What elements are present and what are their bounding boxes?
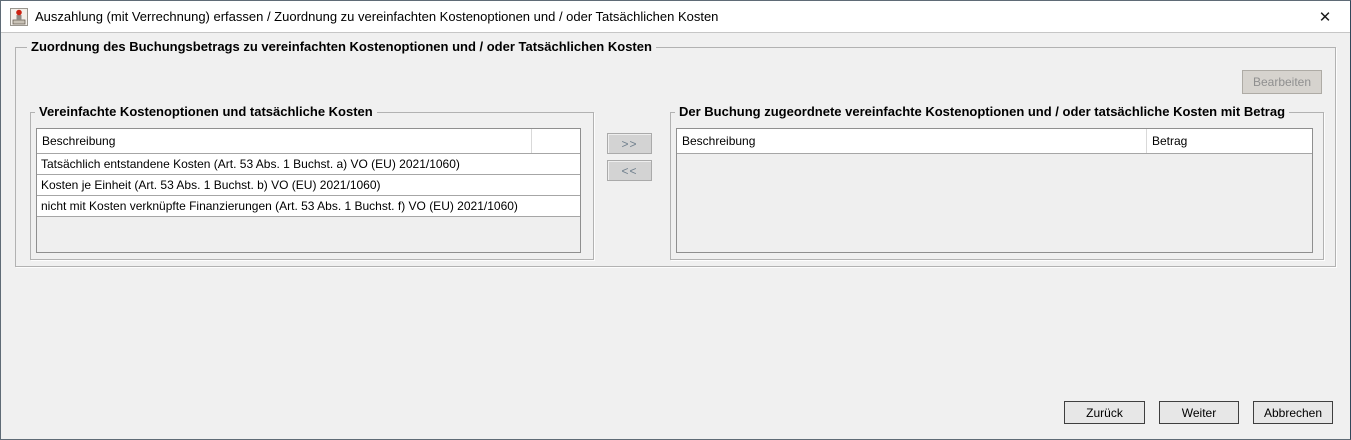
table-row[interactable]: Kosten je Einheit (Art. 53 Abs. 1 Buchst… <box>37 175 580 196</box>
assigned-options-groupbox: Der Buchung zugeordnete vereinfachte Kos… <box>670 112 1324 260</box>
assigned-options-table: Beschreibung Betrag <box>676 128 1313 253</box>
available-options-table: Beschreibung Tatsächlich entstandene Kos… <box>36 128 581 253</box>
main-groupbox-label: Zuordnung des Buchungsbetrags zu vereinf… <box>27 39 656 55</box>
next-button[interactable]: Weiter <box>1159 401 1239 424</box>
table-row[interactable]: nicht mit Kosten verknüpfte Finanzierung… <box>37 196 580 217</box>
table-header-row: Beschreibung <box>37 129 580 154</box>
cancel-button[interactable]: Abbrechen <box>1253 401 1333 424</box>
available-options-groupbox: Vereinfachte Kostenoptionen und tatsächl… <box>30 112 594 260</box>
table-row[interactable]: Tatsächlich entstandene Kosten (Art. 53 … <box>37 154 580 175</box>
window-title: Auszahlung (mit Verrechnung) erfassen / … <box>35 9 718 24</box>
assigned-options-label: Der Buchung zugeordnete vereinfachte Kos… <box>675 104 1289 120</box>
move-right-button[interactable]: >> <box>607 133 652 154</box>
column-header-amount[interactable]: Betrag <box>1147 129 1312 153</box>
edit-button[interactable]: Bearbeiten <box>1242 70 1322 94</box>
table-header-row: Beschreibung Betrag <box>677 129 1312 154</box>
move-left-button[interactable]: << <box>607 160 652 181</box>
dialog-window: Auszahlung (mit Verrechnung) erfassen / … <box>0 0 1351 440</box>
close-icon[interactable]: ✕ <box>1313 6 1337 28</box>
back-button[interactable]: Zurück <box>1064 401 1145 424</box>
app-icon <box>9 7 29 27</box>
column-header-description[interactable]: Beschreibung <box>37 129 532 153</box>
main-groupbox: Zuordnung des Buchungsbetrags zu vereinf… <box>15 47 1336 267</box>
titlebar: Auszahlung (mit Verrechnung) erfassen / … <box>1 1 1350 33</box>
column-header-description[interactable]: Beschreibung <box>677 129 1147 153</box>
available-options-label: Vereinfachte Kostenoptionen und tatsächl… <box>35 104 377 120</box>
